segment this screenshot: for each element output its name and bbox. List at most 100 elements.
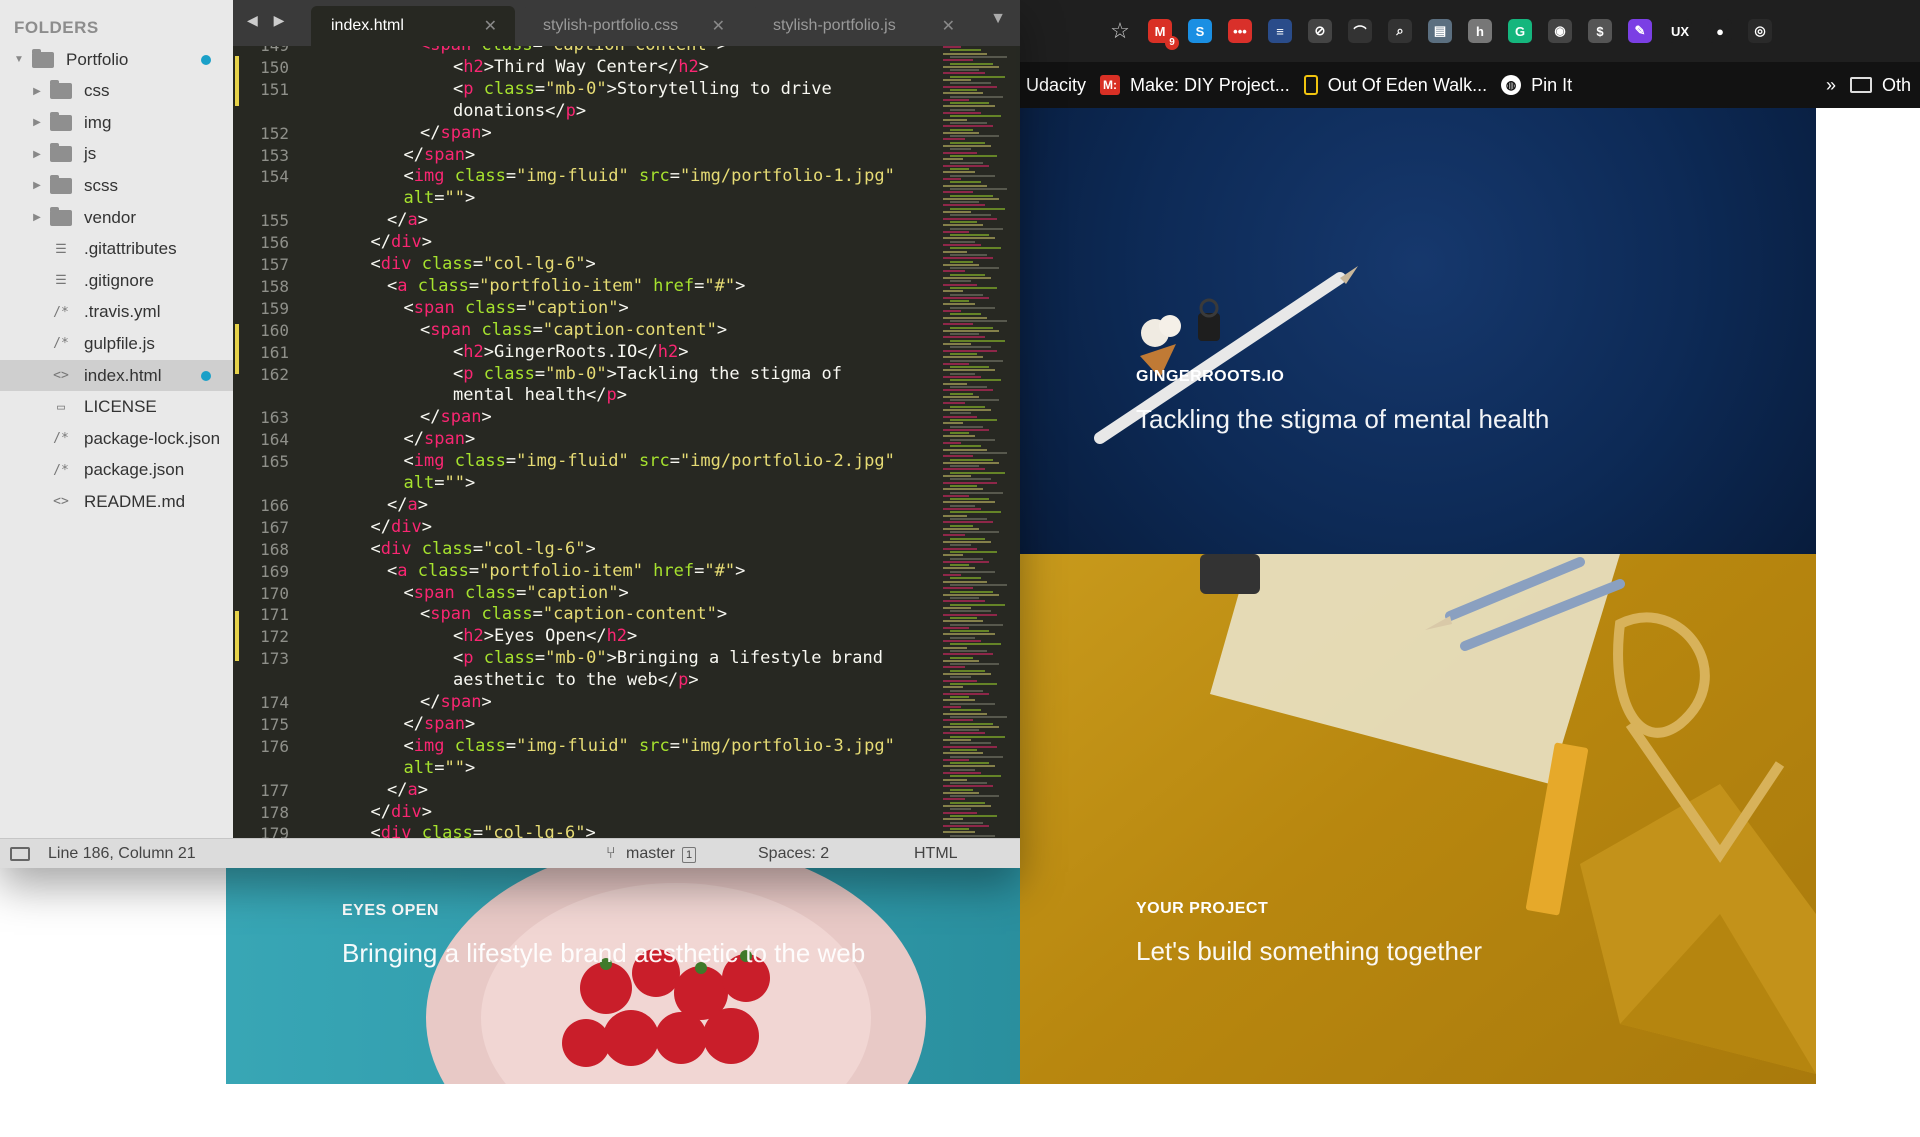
syntax-selector[interactable]: HTML	[914, 845, 958, 863]
tab-list-dropdown-icon[interactable]: ▼	[990, 10, 1006, 28]
minimap-line	[943, 501, 995, 504]
disclosure-closed-icon[interactable]: ▶	[32, 86, 42, 97]
dots-extension-icon[interactable]: •••	[1228, 19, 1252, 43]
portfolio-item-eyes-open[interactable]: EYES OPEN Bringing a lifestyle brand aes…	[226, 868, 1020, 1084]
code-token: >Eyes Open</	[483, 626, 607, 647]
grammarly-icon[interactable]: G	[1508, 19, 1532, 43]
portfolio-item-your-project[interactable]: YOUR PROJECT Let's build something toget…	[1020, 554, 1816, 1084]
bookmark-folder-other[interactable]: Oth	[1850, 75, 1920, 96]
disclosure-closed-icon[interactable]: ▶	[32, 180, 42, 191]
tree-file-index-html[interactable]: <> index.html	[0, 360, 233, 391]
line-number: 178	[260, 802, 289, 822]
bookmark-udacity[interactable]: Udacity	[1026, 75, 1086, 96]
disclosure-closed-icon[interactable]: ▶	[32, 117, 42, 128]
extension-bar: M 9 S ••• ≡ ⊘ ⌒ ⌕ ▤ h G ◉ $ ✎ UX ● ◎	[1148, 19, 1772, 50]
minimap-line	[950, 524, 973, 527]
tree-folder-img[interactable]: ▶ img	[0, 107, 233, 138]
editor-window: FOLDERS ▼ Portfolio ▶ css ▶ img ▶ js ▶ scss ▶ vendo…	[0, 0, 1020, 868]
tree-file-license[interactable]: ▭ LICENSE	[0, 392, 233, 423]
minimap-line	[943, 534, 965, 537]
flag-extension-icon[interactable]: ≡	[1268, 19, 1292, 43]
code-line: </span>	[420, 123, 492, 145]
feather-extension-icon[interactable]: ✎	[1628, 19, 1652, 43]
bookmark-make[interactable]: M: Make: DIY Project...	[1100, 75, 1290, 96]
code-token: >	[417, 210, 428, 231]
tree-file-gitignore[interactable]: ☰ .gitignore	[0, 265, 233, 296]
tab-stylish-portfolio-css[interactable]: stylish-portfolio.css ✕	[523, 6, 743, 46]
tree-folder-vendor[interactable]: ▶ vendor	[0, 202, 233, 233]
disclosure-closed-icon[interactable]: ▶	[32, 212, 42, 223]
dollar-extension-icon[interactable]: $	[1588, 19, 1612, 43]
bookmarks-overflow-chevron-icon[interactable]: »	[1826, 75, 1836, 96]
caption-text: Let's build something together	[1136, 936, 1483, 966]
code-editor[interactable]: 149<span class="caption-content">150<h2>…	[233, 46, 1020, 838]
eye-slash-icon[interactable]: ⊘	[1308, 19, 1332, 43]
code-token: src	[628, 735, 670, 756]
h-extension-icon[interactable]: h	[1468, 19, 1492, 43]
bookmark-pin-it[interactable]: ◍ Pin It	[1501, 75, 1572, 96]
close-icon[interactable]: ✕	[942, 16, 955, 36]
minimap-line	[943, 138, 965, 141]
tree-item-label: vendor	[84, 207, 136, 227]
tree-folder-scss[interactable]: ▶ scss	[0, 170, 233, 201]
code-token: >	[464, 473, 476, 493]
code-token: "#"	[704, 560, 736, 581]
code-token: >	[417, 779, 428, 800]
tree-file-gulpfile-js[interactable]: /* gulpfile.js	[0, 328, 233, 359]
tab-stylish-portfolio-js[interactable]: stylish-portfolio.js ✕	[753, 6, 973, 46]
tree-folder-portfolio[interactable]: ▼ Portfolio	[0, 44, 233, 75]
trello-icon[interactable]: ▤	[1428, 19, 1452, 43]
code-line: <p class="mb-0">Storytelling to drive	[453, 79, 832, 101]
code-token: class	[481, 46, 532, 55]
minimap-line	[943, 739, 971, 741]
indentation-setting[interactable]: Spaces: 2	[758, 845, 829, 863]
minimap-line	[943, 679, 977, 682]
camera-icon[interactable]: ◉	[1548, 19, 1572, 43]
disclosure-closed-icon[interactable]: ▶	[32, 149, 42, 160]
code-token: </	[403, 713, 424, 734]
tab-nav-arrows-icon[interactable]: ◀ ▶	[247, 12, 290, 29]
purple-dot-icon[interactable]: ●	[1708, 19, 1732, 43]
minimap-line	[950, 412, 971, 415]
close-icon[interactable]: ✕	[712, 16, 725, 36]
portfolio-item-gingerroots[interactable]: GINGERROOTS.IO Tackling the stigma of me…	[1020, 108, 1816, 554]
minimap-line	[943, 745, 997, 748]
lens-extension-icon[interactable]: ◎	[1748, 19, 1772, 43]
cursor-position[interactable]: Line 186, Column 21	[48, 845, 196, 863]
tree-folder-js[interactable]: ▶ js	[0, 139, 233, 170]
ux-extension-icon[interactable]: UX	[1668, 19, 1692, 43]
line-number: 153	[260, 145, 289, 165]
tree-file-gitattributes[interactable]: ☰ .gitattributes	[0, 234, 233, 265]
tree-file-travis-yml[interactable]: /* .travis.yml	[0, 297, 233, 328]
close-icon[interactable]: ✕	[484, 16, 497, 36]
minimap-line	[943, 475, 971, 477]
panel-toggle-icon[interactable]	[10, 847, 30, 861]
minimap-line	[943, 211, 971, 213]
minimap-line	[943, 125, 993, 128]
minimap-line	[943, 204, 985, 207]
minimap[interactable]	[939, 46, 1020, 838]
s-extension-icon[interactable]: S	[1188, 19, 1212, 43]
minimap-line	[950, 801, 985, 804]
tab-index-html[interactable]: index.html ✕	[311, 6, 515, 46]
code-token: <	[453, 78, 464, 99]
bookmark-star-icon[interactable]: ☆	[1108, 18, 1132, 44]
tree-file-readme-md[interactable]: <> README.md	[0, 486, 233, 517]
code-token: >	[717, 46, 727, 55]
minimap-line	[943, 316, 987, 319]
gmail-icon[interactable]: M9	[1148, 19, 1179, 50]
git-branch[interactable]: master	[626, 845, 675, 863]
code-token: >Third Way Center</	[483, 56, 679, 77]
search-extension-icon[interactable]: ⌕	[1388, 19, 1412, 43]
code-token: >	[585, 538, 596, 559]
tree-folder-css[interactable]: ▶ css	[0, 76, 233, 107]
caption-text: Tackling the stigma of mental health	[1136, 404, 1550, 434]
code-token: div	[380, 823, 412, 838]
minimap-line	[943, 415, 977, 418]
disclosure-open-icon[interactable]: ▼	[14, 54, 24, 65]
code-token: =	[534, 78, 546, 99]
bookmark-out-of-eden[interactable]: Out Of Eden Walk...	[1303, 75, 1487, 96]
rainbow-extension-icon[interactable]: ⌒	[1348, 19, 1372, 43]
tree-file-package-lock-json[interactable]: /* package-lock.json	[0, 423, 233, 454]
tree-file-package-json[interactable]: /* package.json	[0, 455, 233, 486]
